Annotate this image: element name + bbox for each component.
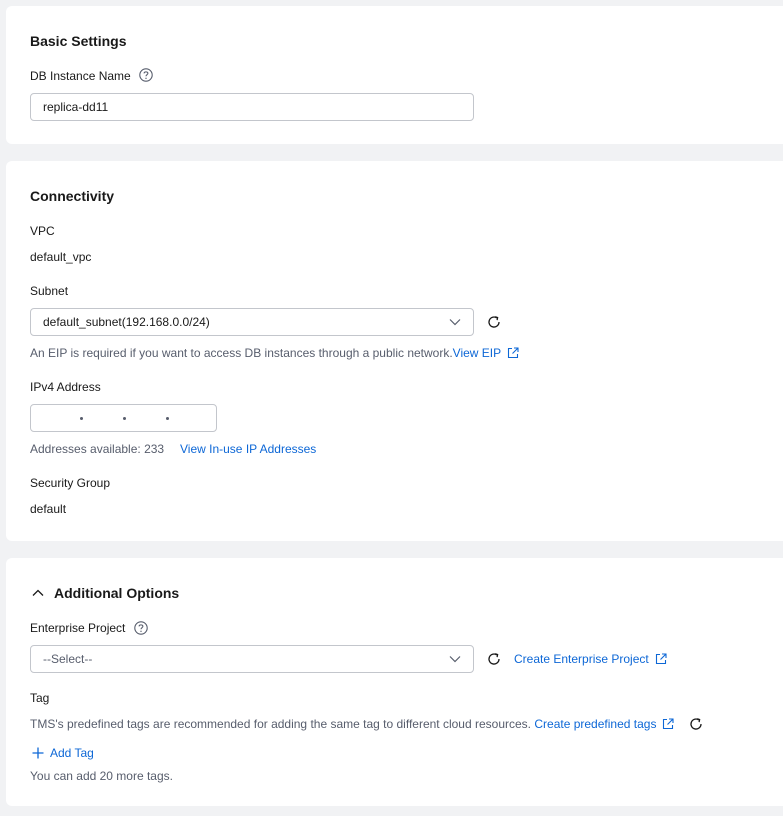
enterprise-project-label: Enterprise Project — [30, 621, 126, 635]
subnet-select[interactable]: default_subnet(192.168.0.0/24) — [30, 308, 474, 336]
add-tag-label: Add Tag — [50, 746, 94, 760]
eip-hint-row: An EIP is required if you want to access… — [30, 346, 519, 360]
vpc-label: VPC — [30, 224, 55, 238]
help-icon[interactable] — [134, 621, 148, 635]
basic-settings-title: Basic Settings — [30, 33, 127, 49]
add-tag-button[interactable]: Add Tag — [32, 746, 94, 760]
ip-separator-dot — [80, 417, 83, 420]
security-group-value: default — [30, 502, 67, 516]
tag-hint: TMS's predefined tags are recommended fo… — [30, 717, 532, 731]
create-enterprise-project-label: Create Enterprise Project — [514, 652, 649, 666]
addresses-available: Addresses available: 233 — [30, 442, 165, 456]
plus-icon — [32, 747, 44, 759]
basic-settings-section: Basic Settings DB Instance Name replica-… — [6, 6, 783, 144]
security-group-label: Security Group — [30, 476, 111, 490]
chevron-up-icon — [32, 589, 44, 596]
subnet-select-value: default_subnet(192.168.0.0/24) — [43, 315, 210, 329]
eip-hint: An EIP is required if you want to access… — [30, 346, 453, 360]
view-inuse-ip-link[interactable]: View In-use IP Addresses — [180, 442, 316, 456]
refresh-icon[interactable] — [486, 314, 502, 330]
tags-remaining: You can add 20 more tags. — [30, 769, 173, 783]
enterprise-project-select[interactable]: --Select-- — [30, 645, 474, 673]
create-predefined-tags-label: Create predefined tags — [534, 717, 657, 731]
enterprise-project-placeholder: --Select-- — [43, 652, 93, 666]
subnet-label: Subnet — [30, 284, 69, 298]
create-enterprise-project-link[interactable]: Create Enterprise Project — [514, 652, 667, 666]
chevron-down-icon — [449, 319, 461, 326]
tag-hint-row: TMS's predefined tags are recommended fo… — [30, 717, 675, 731]
instance-name-label: DB Instance Name — [30, 69, 131, 83]
additional-options-title: Additional Options — [54, 585, 180, 601]
help-icon[interactable] — [139, 68, 153, 82]
connectivity-title: Connectivity — [30, 188, 115, 204]
view-eip-link-label: View EIP — [452, 346, 502, 360]
external-link-icon — [655, 653, 667, 665]
ip-separator-dot — [166, 417, 169, 420]
vpc-value: default_vpc — [30, 250, 92, 264]
refresh-icon[interactable] — [486, 651, 502, 667]
external-link-icon — [508, 347, 519, 359]
ipv4-label: IPv4 Address — [30, 380, 101, 394]
create-predefined-tags-link[interactable]: Create predefined tags — [534, 717, 675, 731]
chevron-down-icon — [449, 656, 461, 663]
connectivity-section: Connectivity VPC default_vpc Subnet defa… — [6, 161, 783, 541]
ipv4-address-input[interactable] — [30, 404, 217, 432]
refresh-icon[interactable] — [688, 716, 704, 732]
additional-options-section: Additional Options Enterprise Project --… — [6, 558, 783, 806]
view-eip-link[interactable]: View EIP — [453, 346, 519, 360]
external-link-icon — [663, 718, 675, 730]
ip-separator-dot — [123, 417, 126, 420]
instance-name-input[interactable]: replica-dd11 — [30, 93, 474, 121]
tag-label: Tag — [30, 691, 50, 705]
